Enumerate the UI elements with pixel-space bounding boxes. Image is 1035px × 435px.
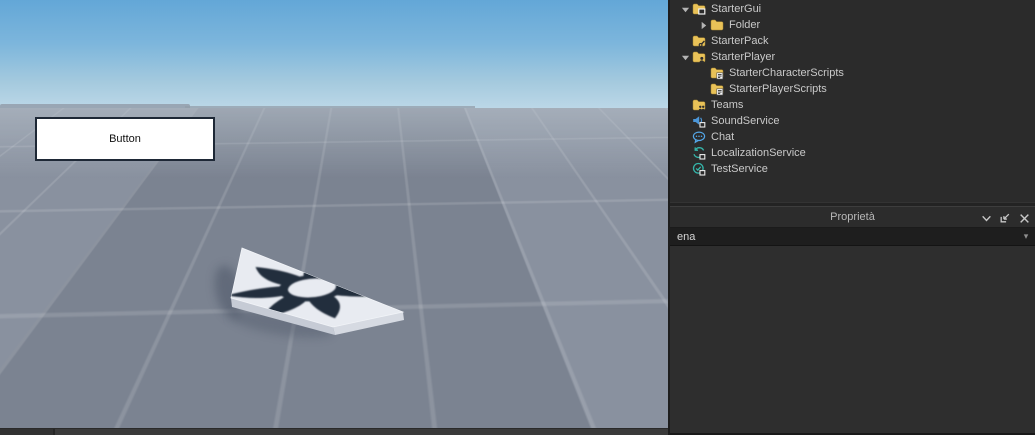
explorer-item-starterplayerscripts[interactable]: StarterPlayerScripts [670,81,1035,97]
scripts-folder-icon [710,82,724,96]
explorer-item-label: StarterCharacterScripts [729,67,844,79]
explorer-item-label: TestService [711,163,768,175]
explorer-item-label: StarterPack [711,35,769,47]
explorer-panel: StarterGui Folder StarterPack StarterPlayer… [670,0,1035,202]
float-window-icon[interactable] [999,212,1011,224]
explorer-item-starterplayer[interactable]: StarterPlayer [670,49,1035,65]
explorer-item-teams[interactable]: Teams [670,97,1035,113]
expander-down-icon[interactable] [678,3,692,15]
explorer-item-label: Chat [711,131,735,143]
expander-down-icon[interactable] [678,51,692,63]
folder-icon [710,18,724,32]
explorer-item-label: StarterGui [711,3,762,15]
viewport-horizontal-scrollbar[interactable] [0,428,668,435]
scrollbar-segment[interactable] [0,429,55,435]
explorer-item-chat[interactable]: Chat [670,129,1035,145]
studio-window: Button StarterGui Folder StarterPack Starte… [0,0,1035,435]
starter-player-folder-icon [692,50,706,64]
properties-body [670,246,1035,433]
starter-gui-folder-icon [692,2,706,16]
white-slab-part[interactable] [200,247,425,335]
filter-dropdown-icon[interactable]: ▾ [1017,231,1035,242]
explorer-item-startercharacterscripts[interactable]: StarterCharacterScripts [670,65,1035,81]
starter-pack-folder-icon [692,34,706,48]
right-dock: StarterGui Folder StarterPack StarterPlayer… [668,0,1035,435]
explorer-item-label: LocalizationService [711,147,806,159]
chevron-down-icon[interactable] [980,212,992,224]
properties-filter-row: ▾ [670,228,1035,246]
expander-right-icon[interactable] [696,19,710,31]
3d-viewport[interactable]: Button [0,0,668,435]
localization-service-icon [692,146,706,160]
explorer-item-folder[interactable]: Folder [670,17,1035,33]
properties-title: Proprietà [830,211,875,223]
explorer-item-label: SoundService [711,115,780,127]
button-gui[interactable]: Button [35,117,215,161]
explorer-item-label: StarterPlayerScripts [729,83,827,95]
explorer-item-label: StarterPlayer [711,51,776,63]
teams-folder-icon [692,98,706,112]
explorer-item-label: Teams [711,99,744,111]
part-layer [200,247,425,338]
explorer-item-starterpack[interactable]: StarterPack [670,33,1035,49]
chat-bubble-icon [692,130,706,144]
properties-filter-input[interactable] [670,228,1017,245]
explorer-item-startergui[interactable]: StarterGui [670,1,1035,17]
sound-service-icon [692,114,706,128]
explorer-item-testservice[interactable]: TestService [670,161,1035,177]
properties-panel: Proprietà ena ▾ [670,206,1035,435]
close-icon[interactable] [1018,212,1030,224]
explorer-item-label: Folder [729,19,761,31]
properties-header: Proprietà [670,206,1035,228]
explorer-tree: StarterGui Folder StarterPack StarterPlayer… [670,1,1035,177]
explorer-item-soundservice[interactable]: SoundService [670,113,1035,129]
test-service-icon [692,162,706,176]
explorer-item-localizationservice[interactable]: LocalizationService [670,145,1035,161]
scripts-folder-icon [710,66,724,80]
